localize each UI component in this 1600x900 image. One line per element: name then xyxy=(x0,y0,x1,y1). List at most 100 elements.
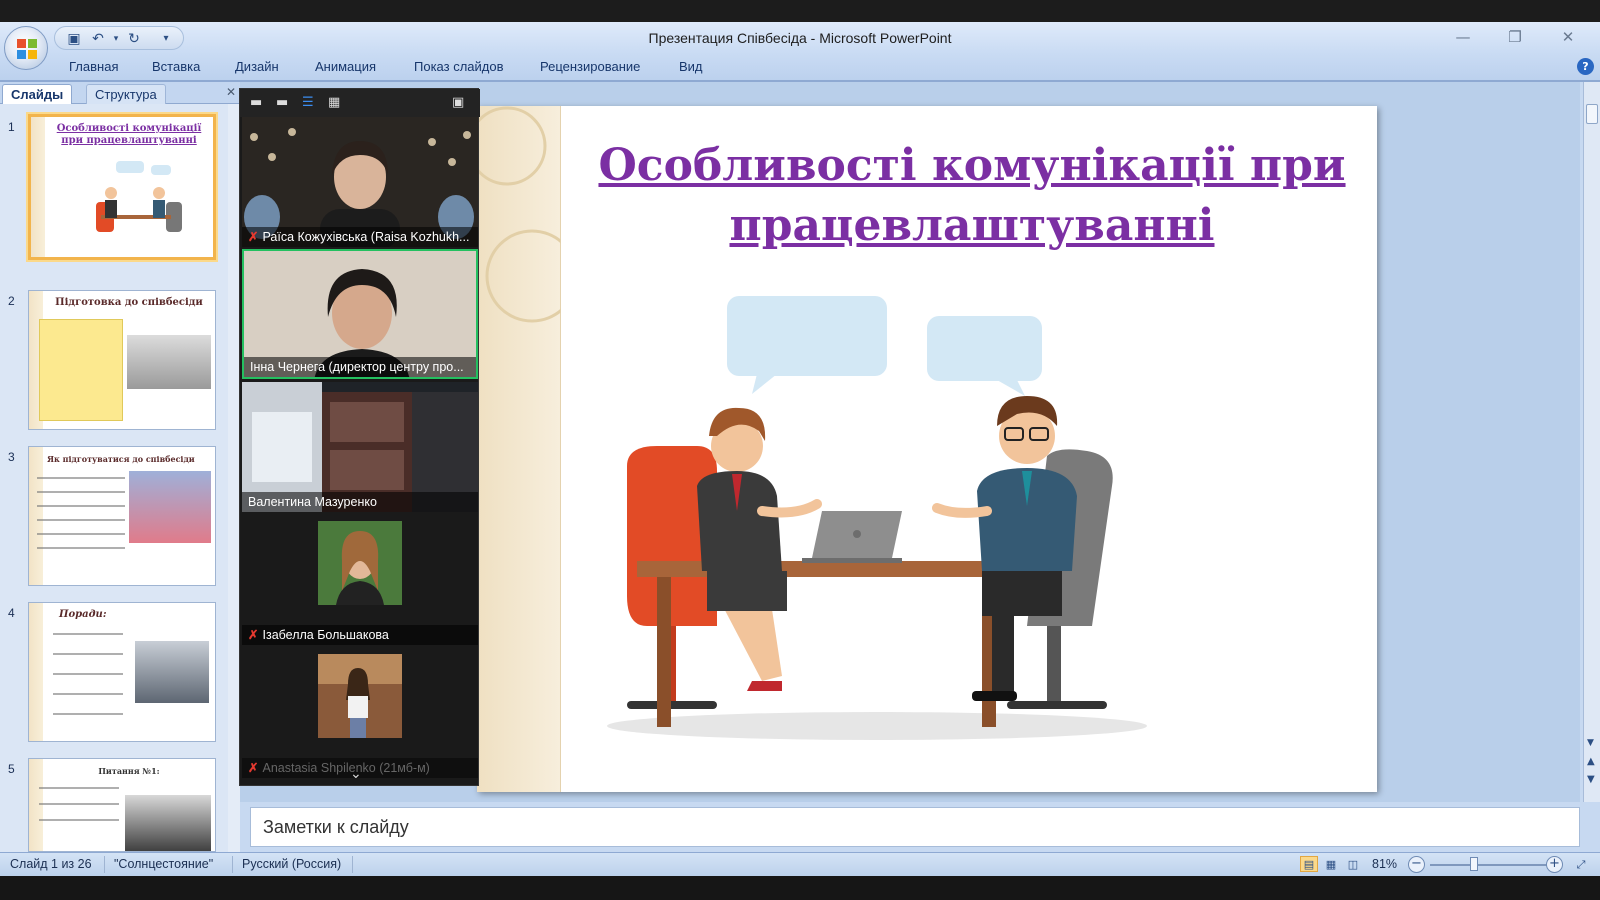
participant-tile[interactable]: ✗ Раїса Кожухівська (Raisa Kozhukh... xyxy=(242,117,478,247)
slideshow-view-button[interactable]: ◫ xyxy=(1344,856,1362,872)
interview-illustration-thumb xyxy=(96,161,182,232)
exit-fullscreen-icon[interactable]: ▣ xyxy=(452,95,464,111)
participant-tile[interactable]: ✗ Anastasia Shpilenko (21мб-м) xyxy=(242,648,478,778)
thumbnail-text-line xyxy=(37,477,125,479)
pane-tabs: Слайды Структура ✕ xyxy=(0,82,240,104)
participant-tile[interactable]: Валентина Мазуренко xyxy=(242,382,478,512)
thumbnail-text-line xyxy=(39,803,119,805)
zoom-level[interactable]: 81% xyxy=(1372,857,1397,871)
title-bar: Презентация Співбесіда - Microsoft Power… xyxy=(0,22,1600,54)
status-separator xyxy=(352,856,353,873)
participant-tile[interactable]: ✗ Ізабелла Большакова xyxy=(242,515,478,645)
slide-thumbnail-2[interactable]: Підготовка до співбесіди xyxy=(28,290,216,430)
thumbnail-text-line xyxy=(53,693,123,695)
zoom-slider[interactable] xyxy=(1430,864,1550,866)
slide-thumbnail-5[interactable]: Питання №1: xyxy=(28,758,216,852)
thumbnail-strip xyxy=(29,603,43,741)
zoom-slider-knob[interactable] xyxy=(1470,857,1478,871)
slide-thumbnail-3[interactable]: Як підготуватися до співбесіди xyxy=(28,446,216,586)
video-panel-toolbar: ▬ ▬ ☰ ▦ ▣ xyxy=(240,89,480,117)
thumbnail-strip xyxy=(29,759,43,851)
zoom-out-button[interactable]: − xyxy=(1408,856,1425,873)
thumbnail-title: Як підготуватися до співбесіди xyxy=(47,454,195,464)
redo-icon[interactable]: ↻ xyxy=(125,30,143,48)
thumbnail-title: Підготовка до співбесіди xyxy=(55,297,203,308)
tab-design[interactable]: Дизайн xyxy=(235,59,279,74)
slide-title[interactable]: Особливості комунікації при працевлаштув… xyxy=(572,136,1372,256)
screen-bottom-bar xyxy=(0,876,1600,900)
status-separator xyxy=(232,856,233,873)
help-icon[interactable]: ? xyxy=(1577,58,1594,75)
tab-slides[interactable]: Слайды xyxy=(2,84,73,104)
fit-to-window-button[interactable]: ⤢ xyxy=(1572,856,1590,872)
tab-home[interactable]: Главная xyxy=(69,59,118,74)
tab-outline[interactable]: Структура xyxy=(86,84,166,104)
tab-review[interactable]: Рецензирование xyxy=(540,59,640,74)
undo-icon[interactable]: ↶ xyxy=(89,30,107,48)
status-bar: Слайд 1 из 26 "Солнцестояние" Русский (Р… xyxy=(0,852,1600,876)
slide-number: 4 xyxy=(8,606,15,620)
undo-dropdown-icon[interactable]: ▾ xyxy=(107,30,125,48)
thumbnail-text-line xyxy=(37,533,125,535)
thumbnail-photo xyxy=(125,795,211,851)
chevron-down-icon[interactable]: ⌄ xyxy=(350,766,362,782)
normal-view-button[interactable]: ▤ xyxy=(1300,856,1318,872)
customize-toolbar-icon[interactable]: ▾ xyxy=(157,30,175,48)
scroll-down-icon[interactable]: ▼ xyxy=(1587,738,1594,748)
zoom-in-button[interactable]: + xyxy=(1546,856,1563,873)
thumbnail-text-line xyxy=(53,673,123,675)
minimize-button[interactable]: — xyxy=(1448,26,1478,48)
language-indicator[interactable]: Русский (Россия) xyxy=(242,857,341,871)
ribbon-tabs: Главная Вставка Дизайн Анимация Показ сл… xyxy=(0,54,1600,80)
slide-number: 2 xyxy=(8,294,15,308)
thumbnail-title: Поради: xyxy=(59,609,107,620)
theme-name[interactable]: "Солнцестояние" xyxy=(114,857,213,871)
speaker-view-icon[interactable]: ▬ xyxy=(276,95,288,111)
slide-counter: Слайд 1 из 26 xyxy=(10,857,92,871)
screen-top-bar xyxy=(0,0,1600,22)
previous-slide-icon[interactable]: ▲ xyxy=(1587,756,1595,767)
thumbnail-strip xyxy=(31,117,45,257)
thumbnail-text-line xyxy=(37,519,125,521)
scroll-thumb[interactable] xyxy=(1586,104,1598,124)
restore-button[interactable]: ❐ xyxy=(1500,26,1530,48)
office-logo-icon xyxy=(17,39,37,59)
save-icon[interactable]: ▣ xyxy=(65,30,83,48)
thumbnail-text-line xyxy=(53,633,123,635)
thumbnail-strip xyxy=(29,447,43,585)
office-button[interactable] xyxy=(4,26,48,70)
tab-view[interactable]: Вид xyxy=(679,59,703,74)
participant-name: ✗ Ізабелла Большакова xyxy=(242,625,478,645)
close-button[interactable]: ✕ xyxy=(1553,26,1583,48)
thumbnail-text-line xyxy=(39,819,119,821)
slide-thumbnail-4[interactable]: Поради: xyxy=(28,602,216,742)
tab-animation[interactable]: Анимация xyxy=(315,59,376,74)
participant-name: Валентина Мазуренко xyxy=(242,492,478,512)
thumbnail-text-line xyxy=(39,787,119,789)
slide-number: 1 xyxy=(8,120,15,134)
participant-name: ✗ Раїса Кожухівська (Raisa Kozhukh... xyxy=(242,227,478,247)
thumbnail-title: Особливості комунікації при працевлаштув… xyxy=(56,123,202,146)
gallery-view-icon[interactable]: ▦ xyxy=(328,95,340,111)
slide-number: 5 xyxy=(8,762,15,776)
minimize-panel-icon[interactable]: ▬ xyxy=(250,95,262,111)
next-slide-icon[interactable]: ▼ xyxy=(1587,774,1595,785)
interview-illustration xyxy=(607,296,1147,740)
thumbnail-text-line xyxy=(53,713,123,715)
notes-placeholder: Заметки к слайду xyxy=(263,817,409,837)
close-pane-icon[interactable]: ✕ xyxy=(226,85,236,99)
thumbnail-text-box xyxy=(39,319,123,421)
strip-view-icon[interactable]: ☰ xyxy=(302,95,314,111)
muted-mic-icon: ✗ xyxy=(248,628,259,642)
thumbnail-photo xyxy=(135,641,209,703)
notes-pane[interactable]: Заметки к слайду xyxy=(250,807,1580,847)
tab-insert[interactable]: Вставка xyxy=(152,59,200,74)
slide-vertical-scrollbar[interactable]: ▼ ▲ ▼ xyxy=(1583,82,1600,802)
tab-slideshow[interactable]: Показ слайдов xyxy=(414,59,504,74)
current-slide[interactable]: Особливості комунікації при працевлаштув… xyxy=(477,106,1377,792)
slide-sorter-button[interactable]: ▦ xyxy=(1322,856,1340,872)
slide-thumbnail-1[interactable]: Особливості комунікації при працевлаштув… xyxy=(28,114,216,260)
participant-tile-active-speaker[interactable]: Інна Чернега (директор центру про... xyxy=(242,249,478,379)
thumbnail-text-line xyxy=(37,505,125,507)
video-participants-panel: ▬ ▬ ☰ ▦ ▣ ✗ Раїса Кожухівська (Raisa Kozh… xyxy=(239,88,480,786)
